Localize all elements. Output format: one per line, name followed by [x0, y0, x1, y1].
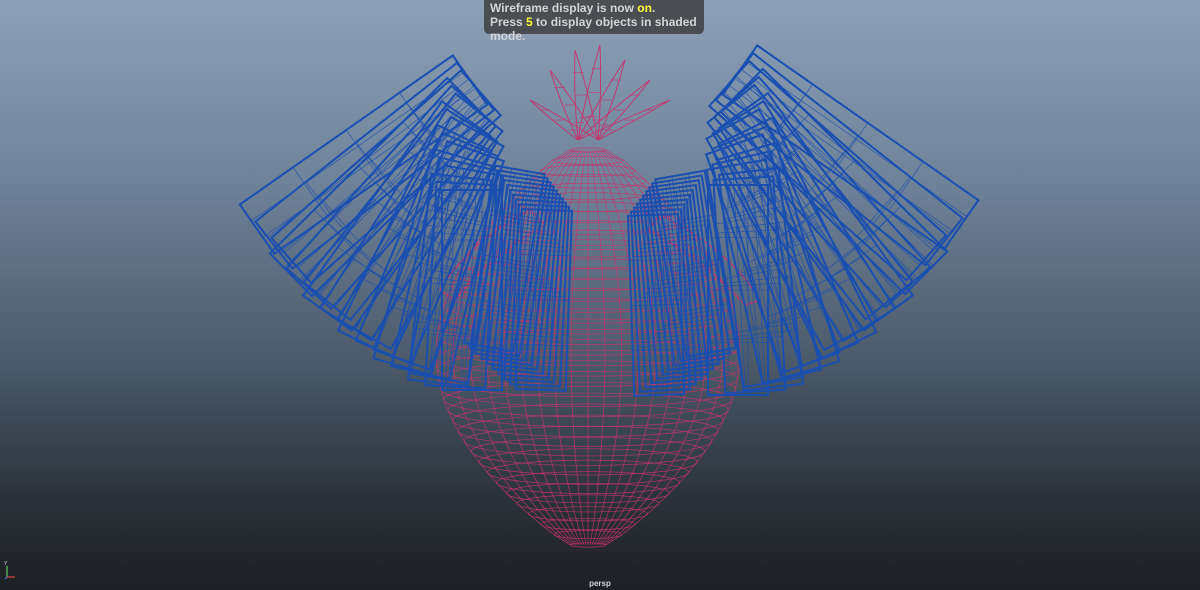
hud-text: Press [490, 15, 527, 29]
wireframe-notification-hud: Wireframe display is now on. Press 5 to … [484, 0, 704, 43]
hud-line-1: Wireframe display is now on. [490, 1, 698, 15]
hud-state-highlight: on [637, 1, 652, 15]
hud-text: Wireframe display is now [490, 1, 638, 15]
hud-text: . [651, 1, 656, 15]
viewport-3d-scene[interactable] [0, 0, 1200, 590]
camera-name-label: persp [589, 579, 611, 588]
hud-key-highlight: 5 [526, 15, 533, 29]
hud-line-2: Press 5 to display objects in shaded mod… [490, 15, 698, 43]
